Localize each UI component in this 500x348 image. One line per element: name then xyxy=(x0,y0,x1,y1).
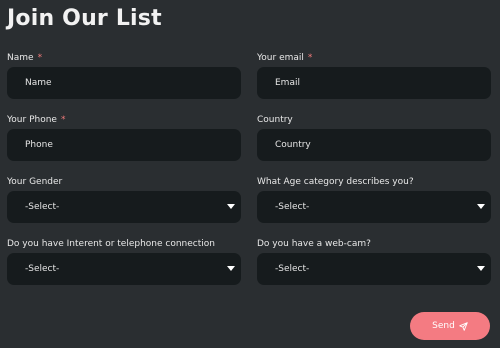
paper-plane-icon xyxy=(459,321,468,331)
country-field-group: Country xyxy=(257,114,491,161)
webcam-label: Do you have a web-cam? xyxy=(257,239,371,249)
age-select-value: -Select- xyxy=(275,202,310,212)
required-marker: * xyxy=(37,53,43,63)
caret-down-icon xyxy=(227,204,235,209)
required-marker: * xyxy=(307,53,313,63)
country-input-wrapper xyxy=(257,129,491,161)
webcam-select[interactable]: -Select- xyxy=(257,253,491,285)
country-input[interactable] xyxy=(257,129,491,161)
gender-label: Your Gender xyxy=(7,177,63,187)
age-field-group: What Age category describes you? -Select… xyxy=(257,176,491,223)
internet-select[interactable]: -Select- xyxy=(7,253,241,285)
country-label: Country xyxy=(257,115,293,125)
required-marker: * xyxy=(60,115,66,125)
email-input[interactable] xyxy=(257,67,491,99)
internet-label: Do you have Interent or telephone connec… xyxy=(7,239,215,249)
phone-field-group: Your Phone * xyxy=(7,114,241,161)
phone-input-wrapper xyxy=(7,129,241,161)
email-label: Your email xyxy=(257,53,304,63)
caret-down-icon xyxy=(477,204,485,209)
caret-down-icon xyxy=(227,266,235,271)
email-field-group: Your email * xyxy=(257,52,491,99)
name-input[interactable] xyxy=(7,67,241,99)
webcam-field-group: Do you have a web-cam? -Select- xyxy=(257,238,491,285)
phone-input[interactable] xyxy=(7,129,241,161)
gender-field-group: Your Gender -Select- xyxy=(7,176,241,223)
gender-select[interactable]: -Select- xyxy=(7,191,241,223)
name-label: Name xyxy=(7,53,34,63)
gender-select-value: -Select- xyxy=(25,202,60,212)
email-input-wrapper xyxy=(257,67,491,99)
phone-label: Your Phone xyxy=(7,115,57,125)
page-title: Join Our List xyxy=(7,6,162,31)
age-select[interactable]: -Select- xyxy=(257,191,491,223)
name-input-wrapper xyxy=(7,67,241,99)
caret-down-icon xyxy=(477,266,485,271)
webcam-select-value: -Select- xyxy=(275,264,310,274)
internet-select-value: -Select- xyxy=(25,264,60,274)
name-field-group: Name * xyxy=(7,52,241,99)
age-label: What Age category describes you? xyxy=(257,177,414,187)
send-button[interactable]: Send xyxy=(410,312,490,340)
send-button-label: Send xyxy=(432,321,455,331)
internet-field-group: Do you have Interent or telephone connec… xyxy=(7,238,241,285)
